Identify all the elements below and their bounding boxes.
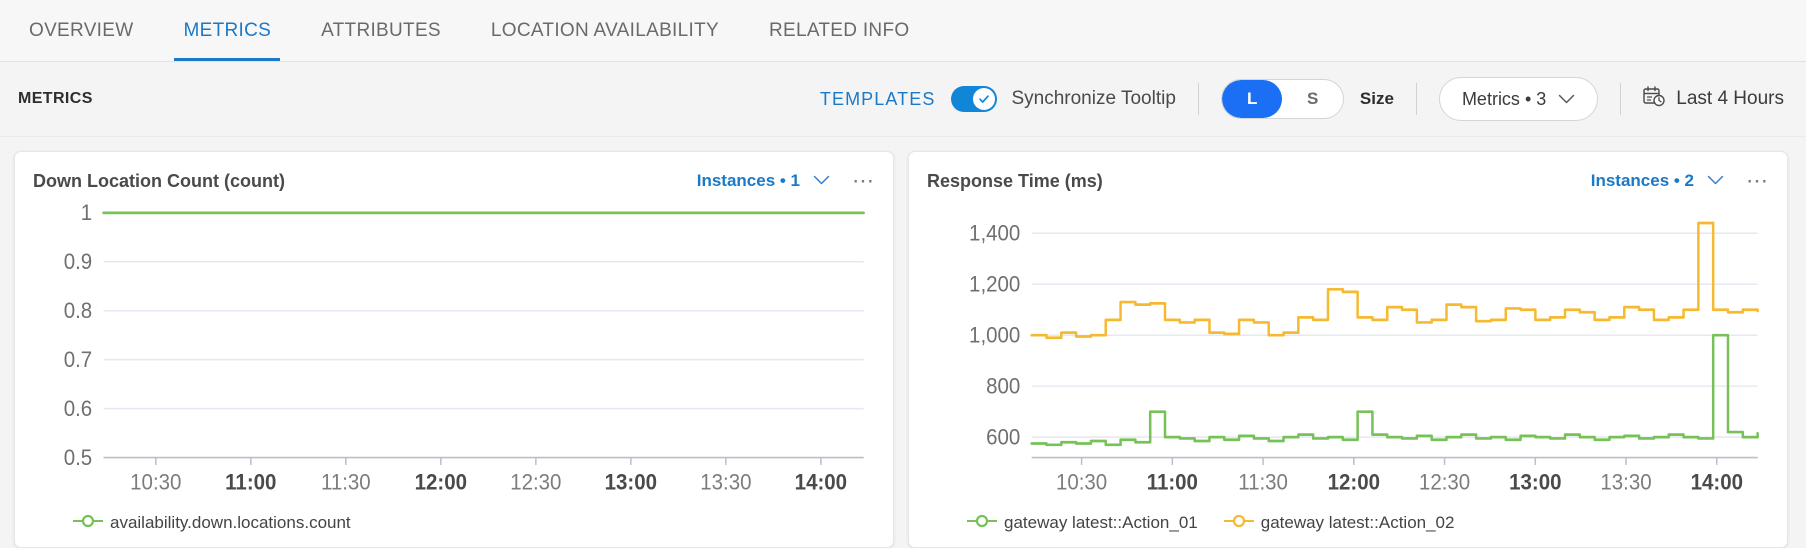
chart-card-header: Response Time (ms) Instances • 2 ⋯ xyxy=(927,170,1769,192)
chart-title: Response Time (ms) xyxy=(927,170,1103,191)
synchronize-tooltip-label: Synchronize Tooltip xyxy=(1011,88,1176,109)
tab-attributes[interactable]: ATTRIBUTES xyxy=(296,0,466,61)
svg-text:0.9: 0.9 xyxy=(64,249,92,274)
svg-text:12:00: 12:00 xyxy=(415,470,467,495)
legend-item[interactable]: gateway latest::Action_02 xyxy=(1223,513,1455,533)
svg-text:1,200: 1,200 xyxy=(969,272,1020,297)
tab-metrics-label: METRICS xyxy=(183,19,272,41)
svg-text:1,000: 1,000 xyxy=(969,323,1020,348)
line-chart-svg: 1 0.9 0.8 0.7 0.6 0.5 10:30 11:00 11:30 12:00 12:3… xyxy=(64,200,865,495)
line-chart-svg: 1,400 1,200 1,000 800 600 10:30 11:00 11:30 12:0… xyxy=(969,221,1759,495)
svg-text:0.5: 0.5 xyxy=(64,445,92,470)
legend-marker-icon xyxy=(1223,513,1254,533)
metrics-select[interactable]: Metrics • 3 xyxy=(1438,77,1599,121)
tab-location-availability[interactable]: LOCATION AVAILABILITY xyxy=(466,0,744,61)
calendar-clock-icon xyxy=(1643,85,1665,113)
size-label: Size xyxy=(1359,89,1394,108)
toolbar-divider-3 xyxy=(1620,83,1622,115)
svg-text:11:00: 11:00 xyxy=(225,470,276,495)
tab-location-availability-label: LOCATION AVAILABILITY xyxy=(490,19,719,41)
ellipsis-icon[interactable]: ⋯ xyxy=(1746,170,1769,192)
svg-text:0.8: 0.8 xyxy=(64,298,92,323)
legend-marker-icon xyxy=(73,513,103,533)
toggle-knob xyxy=(973,88,996,110)
charts-container: Down Location Count (count) Instances • … xyxy=(0,137,1806,548)
legend-label: gateway latest::Action_01 xyxy=(1004,513,1198,532)
chevron-down-icon xyxy=(1707,171,1724,191)
size-option-small[interactable]: S xyxy=(1282,80,1343,118)
svg-text:0.6: 0.6 xyxy=(64,396,92,421)
toolbar-divider-2 xyxy=(1415,83,1417,115)
tab-metrics[interactable]: METRICS xyxy=(158,0,296,61)
templates-button[interactable]: TEMPLATES xyxy=(820,89,936,110)
primary-tab-bar: OVERVIEW METRICS ATTRIBUTES LOCATION AVA… xyxy=(0,0,1806,62)
legend-marker-icon xyxy=(967,513,997,533)
chart-legend: availability.down.locations.count xyxy=(33,507,875,537)
svg-text:11:00: 11:00 xyxy=(1147,470,1198,495)
chart-plot-area[interactable]: 1,400 1,200 1,000 800 600 10:30 11:00 11:30 12:0… xyxy=(927,198,1769,507)
instances-selector[interactable]: Instances • 2 xyxy=(1591,171,1724,191)
svg-text:11:30: 11:30 xyxy=(1238,470,1288,495)
chevron-down-icon xyxy=(813,171,830,191)
svg-text:14:00: 14:00 xyxy=(1691,470,1743,495)
size-switch[interactable]: L S xyxy=(1220,79,1344,119)
time-range-selector[interactable]: Last 4 Hours xyxy=(1643,85,1784,113)
tab-related-info[interactable]: RELATED INFO xyxy=(744,0,935,61)
svg-text:800: 800 xyxy=(986,374,1020,399)
svg-text:1: 1 xyxy=(81,200,92,225)
svg-text:10:30: 10:30 xyxy=(130,470,181,495)
time-range-label: Last 4 Hours xyxy=(1676,88,1784,109)
chart-title: Down Location Count (count) xyxy=(33,170,285,191)
svg-text:11:30: 11:30 xyxy=(321,470,371,495)
chart-card-down-location-count: Down Location Count (count) Instances • … xyxy=(14,151,894,548)
chevron-down-icon xyxy=(1558,89,1575,110)
metrics-toolbar: METRICS TEMPLATES Synchronize Tooltip L … xyxy=(0,62,1806,137)
tab-overview[interactable]: OVERVIEW xyxy=(4,0,158,61)
size-option-large[interactable]: L xyxy=(1221,80,1283,118)
chart-card-response-time: Response Time (ms) Instances • 2 ⋯ 1,400… xyxy=(908,151,1788,548)
instances-label: Instances • 1 xyxy=(696,171,800,190)
tab-related-info-label: RELATED INFO xyxy=(768,19,910,41)
section-title: METRICS xyxy=(18,90,93,107)
instances-selector[interactable]: Instances • 1 xyxy=(697,171,830,191)
svg-text:13:30: 13:30 xyxy=(1600,470,1651,495)
svg-text:13:00: 13:00 xyxy=(605,470,657,495)
svg-text:12:30: 12:30 xyxy=(1419,470,1470,495)
tab-overview-label: OVERVIEW xyxy=(29,19,134,41)
chart-legend: gateway latest::Action_01 gateway latest… xyxy=(927,507,1769,537)
svg-text:10:30: 10:30 xyxy=(1056,470,1107,495)
svg-text:14:00: 14:00 xyxy=(795,470,847,495)
svg-text:12:00: 12:00 xyxy=(1328,470,1380,495)
svg-text:1,400: 1,400 xyxy=(969,221,1020,246)
svg-text:13:00: 13:00 xyxy=(1509,470,1561,495)
legend-label: availability.down.locations.count xyxy=(110,513,351,532)
tab-attributes-label: ATTRIBUTES xyxy=(321,19,441,41)
metrics-select-label: Metrics • 3 xyxy=(1461,88,1547,109)
svg-text:600: 600 xyxy=(986,425,1020,450)
instances-label: Instances • 2 xyxy=(1590,171,1694,190)
chart-card-header: Down Location Count (count) Instances • … xyxy=(33,170,875,192)
legend-label: gateway latest::Action_02 xyxy=(1260,513,1455,532)
synchronize-tooltip-toggle[interactable] xyxy=(951,86,998,112)
ellipsis-icon[interactable]: ⋯ xyxy=(852,170,875,192)
toolbar-divider-1 xyxy=(1197,83,1199,115)
legend-item[interactable]: gateway latest::Action_01 xyxy=(967,513,1198,533)
svg-text:13:30: 13:30 xyxy=(700,470,751,495)
svg-text:0.7: 0.7 xyxy=(64,347,92,372)
chart-plot-area[interactable]: 1 0.9 0.8 0.7 0.6 0.5 10:30 11:00 11:30 12:00 12:3… xyxy=(33,198,875,507)
svg-text:12:30: 12:30 xyxy=(510,470,561,495)
legend-item[interactable]: availability.down.locations.count xyxy=(73,513,351,533)
